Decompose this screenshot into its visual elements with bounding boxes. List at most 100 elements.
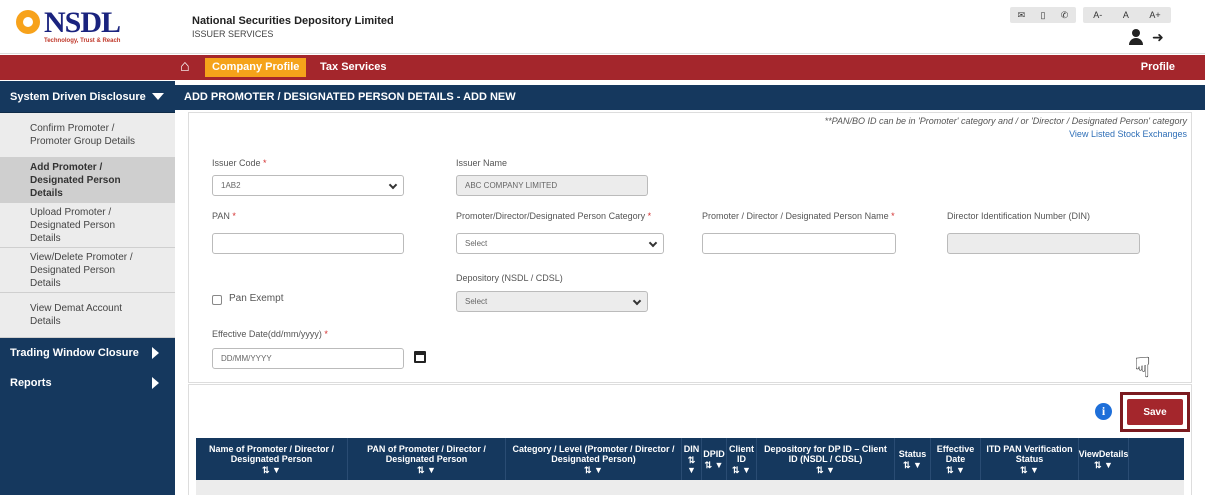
tab-company-profile[interactable]: Company Profile [205, 58, 307, 77]
col-dpid[interactable]: DPID ⇅ ▼ [702, 438, 727, 480]
depository-select[interactable]: Select [456, 291, 648, 312]
effective-date-input[interactable]: DD/MM/YYYY [212, 348, 404, 369]
issuer-name-label: Issuer Name [456, 158, 508, 168]
sort-filter-icon[interactable]: ⇅ ▼ [584, 465, 603, 475]
sidebar-item-view-delete-promoter[interactable]: View/Delete Promoter / Designated Person… [0, 248, 175, 293]
caret-down-icon [151, 93, 164, 100]
col-label: Name of Promoter / Director / Designated… [208, 443, 335, 464]
col-label: Status [898, 448, 927, 459]
pan-exempt-label: Pan Exempt [229, 293, 284, 304]
col-label: Depository for DP ID – Client ID (NSDL /… [764, 443, 887, 464]
sort-filter-icon[interactable]: ⇅ ▼ [903, 460, 922, 470]
col-label: DIN [683, 443, 700, 454]
logout-icon[interactable]: ➜ [1152, 29, 1164, 46]
grid-header: Name of Promoter / Director / Designated… [196, 438, 1184, 480]
sidebar-item-view-demat[interactable]: View Demat Account Details [0, 293, 175, 338]
depository-label: Depository (NSDL / CDSL) [456, 273, 563, 283]
col-client-id[interactable]: Client ID ⇅ ▼ [727, 438, 757, 480]
effective-date-label: Effective Date(dd/mm/yyyy) * [212, 329, 328, 339]
sidebar-submenu: Confirm Promoter / Promoter Group Detail… [0, 113, 175, 338]
sidebar-section-label: Trading Window Closure [10, 347, 139, 359]
col-label: ViewDetails [1078, 448, 1129, 459]
chevron-down-icon [648, 238, 658, 248]
contact-icons: ✉ ▯ ✆ [1010, 7, 1076, 23]
sidebar-section-label: Reports [10, 377, 52, 389]
profile-link[interactable]: Profile [1141, 58, 1175, 77]
sort-filter-icon[interactable]: ⇅ ▼ [1094, 460, 1113, 470]
sort-filter-icon[interactable]: ⇅ ▼ [732, 465, 751, 475]
col-view-details[interactable]: ViewDetails ⇅ ▼ [1079, 438, 1129, 480]
person-name-label: Promoter / Director / Designated Person … [702, 211, 895, 221]
issuer-code-select[interactable]: 1AB2 [212, 175, 404, 196]
view-listed-stock-exchanges-link[interactable]: View Listed Stock Exchanges [1069, 129, 1187, 139]
pointing-hand-icon: ☟ [1134, 352, 1152, 383]
calendar-icon[interactable] [414, 351, 426, 363]
nsdl-logo[interactable]: NSDL Technology, Trust & Reach [10, 6, 160, 48]
col-category[interactable]: Category / Level (Promoter / Director / … [506, 438, 682, 480]
col-depository[interactable]: Depository for DP ID – Client ID (NSDL /… [757, 438, 895, 480]
sort-filter-icon[interactable]: ⇅ ▼ [1020, 465, 1039, 475]
org-block: National Securities Depository Limited I… [192, 15, 394, 39]
pan-note: **PAN/BO ID can be in 'Promoter' categor… [824, 116, 1187, 126]
logo-mark-icon [16, 10, 40, 34]
din-input [947, 233, 1140, 254]
col-effective-date[interactable]: Effective Date ⇅ ▼ [931, 438, 981, 480]
col-label: Client ID [729, 443, 755, 464]
sidebar-section-system-driven-disclosure[interactable]: System Driven Disclosure [0, 81, 175, 113]
sort-filter-icon[interactable]: ⇅ ▼ [417, 465, 436, 475]
col-name[interactable]: Name of Promoter / Director / Designated… [196, 438, 348, 480]
tab-tax-services[interactable]: Tax Services [320, 58, 386, 77]
sidebar-item-add-promoter[interactable]: Add Promoter / Designated Person Details [0, 158, 175, 203]
sidebar-section-label: System Driven Disclosure [10, 90, 146, 103]
sort-filter-icon[interactable]: ⇅ ▼ [684, 455, 699, 475]
home-icon[interactable]: ⌂ [180, 58, 190, 76]
person-name-input[interactable] [702, 233, 896, 254]
col-din[interactable]: DIN ⇅ ▼ [682, 438, 702, 480]
col-label: ITD PAN Verification Status [986, 443, 1073, 464]
page-title: ADD PROMOTER / DESIGNATED PERSON DETAILS… [175, 85, 1205, 110]
org-sub: ISSUER SERVICES [192, 29, 274, 39]
sort-filter-icon[interactable]: ⇅ ▼ [705, 460, 724, 470]
caret-right-icon [152, 377, 159, 389]
main-nav: ⌂ Company Profile Tax Services Profile [0, 55, 1205, 80]
col-itd-pan[interactable]: ITD PAN Verification Status ⇅ ▼ [981, 438, 1079, 480]
sidebar: System Driven Disclosure Confirm Promote… [0, 81, 175, 495]
category-select[interactable]: Select [456, 233, 664, 254]
save-highlight-frame: Save [1120, 392, 1190, 432]
pan-input[interactable] [212, 233, 404, 254]
col-label: Effective Date [936, 443, 975, 464]
pan-label: PAN * [212, 211, 236, 221]
sidebar-section-reports[interactable]: Reports [0, 368, 175, 398]
col-pan[interactable]: PAN of Promoter / Director / Designated … [348, 438, 506, 480]
issuer-name-field: ABC COMPANY LIMITED [456, 175, 648, 196]
info-icon[interactable]: i [1095, 403, 1112, 420]
app-header: NSDL Technology, Trust & Reach National … [0, 0, 1205, 54]
phone-icon[interactable]: ✆ [1061, 10, 1069, 21]
sort-filter-icon[interactable]: ⇅ ▼ [262, 465, 281, 475]
font-increase-button[interactable]: A+ [1149, 10, 1160, 20]
mail-icon[interactable]: ✉ [1018, 10, 1026, 21]
mobile-icon[interactable]: ▯ [1041, 10, 1046, 21]
save-button[interactable]: Save [1127, 399, 1183, 425]
font-size-controls: A- A A+ [1083, 7, 1171, 23]
col-label: Category / Level (Promoter / Director / … [512, 443, 675, 464]
font-normal-button[interactable]: A [1123, 10, 1129, 20]
col-status[interactable]: Status ⇅ ▼ [895, 438, 931, 480]
org-name: National Securities Depository Limited [192, 15, 394, 27]
sidebar-section-trading-window-closure[interactable]: Trading Window Closure [0, 338, 175, 368]
chevron-down-icon [632, 296, 642, 306]
sidebar-item-confirm-promoter[interactable]: Confirm Promoter / Promoter Group Detail… [0, 113, 175, 158]
user-icon[interactable] [1129, 29, 1143, 45]
din-label: Director Identification Number (DIN) [947, 211, 1091, 221]
chevron-down-icon [388, 180, 398, 190]
logo-text: NSDL [44, 6, 121, 39]
pan-exempt-checkbox[interactable] [212, 295, 222, 305]
sidebar-item-upload-promoter[interactable]: Upload Promoter / Designated Person Deta… [0, 203, 175, 248]
caret-right-icon [152, 347, 159, 359]
logo-tagline: Technology, Trust & Reach [44, 38, 121, 44]
sort-filter-icon[interactable]: ⇅ ▼ [946, 465, 965, 475]
font-decrease-button[interactable]: A- [1093, 10, 1102, 20]
sort-filter-icon[interactable]: ⇅ ▼ [816, 465, 835, 475]
issuer-code-label: Issuer Code * [212, 158, 267, 168]
category-label: Promoter/Director/Designated Person Cate… [456, 211, 652, 221]
